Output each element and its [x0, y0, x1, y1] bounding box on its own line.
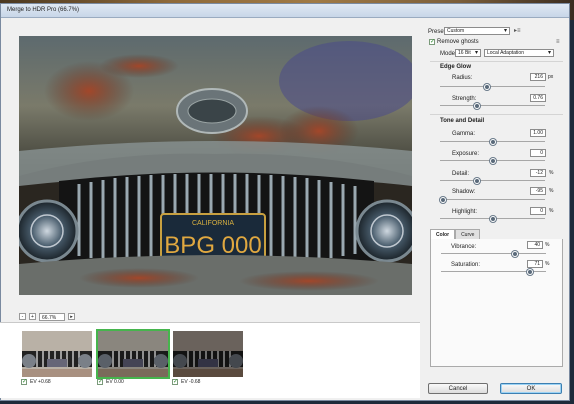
ok-button[interactable]: OK: [500, 383, 562, 394]
gamma-input[interactable]: 1.00: [530, 129, 546, 137]
plate-state-text: CALIFORNIA: [192, 220, 234, 227]
zoom-out-button[interactable]: -: [19, 313, 26, 320]
radius-slider-track[interactable]: [440, 86, 545, 87]
detail-input[interactable]: -12: [530, 169, 546, 177]
edge-glow-heading: Edge Glow: [440, 64, 472, 70]
thumbnail-graphic: [22, 331, 92, 377]
highlight-slider-handle[interactable]: [489, 216, 496, 222]
method-dropdown[interactable]: Local Adaptation: [484, 49, 554, 57]
tab-curve[interactable]: Curve: [455, 229, 481, 239]
shadow-input[interactable]: -95: [530, 187, 546, 195]
include-checkbox[interactable]: [97, 378, 103, 385]
saturation-label: Saturation:: [451, 262, 481, 268]
exposure-label: Exposure:: [452, 151, 480, 157]
remove-ghosts-label: Remove ghosts: [437, 39, 479, 45]
color-tab-content: Vibrance: 40 % Saturation: 71 %: [430, 239, 563, 367]
strength-slider-handle[interactable]: [473, 103, 480, 109]
car-grille-photo: CALIFORNIA BPG 000: [19, 36, 412, 295]
detail-slider-handle[interactable]: [473, 178, 480, 184]
source-images-strip: EV +0.68 EV 0.00 EV -0.68: [0, 322, 420, 398]
plate-number-text: BPG 000: [164, 232, 261, 259]
thumbnail-image[interactable]: [96, 329, 170, 379]
window-title: Merge to HDR Pro (66.7%): [7, 7, 80, 13]
thumbnail-label-row: EV -0.68: [172, 378, 201, 385]
zoom-controls: - + 66.7% ▸: [19, 312, 79, 321]
panel-menu-icon[interactable]: ≡: [556, 39, 560, 45]
exposure-input[interactable]: 0: [530, 149, 546, 157]
tab-color[interactable]: Color: [430, 229, 456, 239]
shadow-slider-track[interactable]: [440, 199, 545, 200]
strength-label: Strength:: [452, 96, 477, 102]
thumbnail-image[interactable]: [20, 329, 94, 379]
detail-unit: %: [549, 170, 554, 176]
remove-ghosts-checkbox[interactable]: [429, 38, 435, 45]
zoom-value[interactable]: 66.7%: [39, 312, 65, 321]
thumbnail-ev-label: EV -0.68: [181, 379, 201, 385]
vibrance-unit: %: [545, 242, 550, 248]
shadow-unit: %: [549, 188, 554, 194]
highlight-unit: %: [549, 208, 554, 214]
thumbnail-graphic: [98, 331, 168, 377]
thumbnail-image[interactable]: [171, 329, 245, 379]
hdr-preview-image[interactable]: CALIFORNIA BPG 000: [19, 36, 412, 295]
tone-detail-heading: Tone and Detail: [440, 118, 485, 124]
vibrance-slider-handle[interactable]: [511, 251, 518, 257]
thumbnail-graphic: [173, 331, 243, 377]
include-checkbox[interactable]: [21, 378, 27, 385]
cancel-button[interactable]: Cancel: [428, 383, 488, 394]
bit-depth-dropdown[interactable]: 16 Bit: [455, 49, 481, 57]
vibrance-input[interactable]: 40: [527, 241, 543, 249]
shadow-label: Shadow:: [452, 189, 476, 195]
highlight-label: Highlight:: [452, 209, 478, 215]
vibrance-label: Vibrance:: [451, 244, 477, 250]
detail-slider-track[interactable]: [440, 180, 545, 181]
divider: [430, 114, 563, 115]
saturation-unit: %: [545, 261, 550, 267]
strength-slider-track[interactable]: [440, 105, 545, 106]
thumbnail-ev-label: EV +0.68: [30, 379, 51, 385]
exposure-slider-handle[interactable]: [489, 158, 496, 164]
thumbnail-ev-label: EV 0.00: [106, 379, 124, 385]
gamma-label: Gamma:: [452, 131, 476, 137]
vibrance-slider-track[interactable]: [441, 253, 546, 254]
preset-dropdown[interactable]: Custom: [444, 27, 510, 35]
radius-input[interactable]: 216: [530, 73, 546, 81]
radius-label: Radius:: [452, 75, 473, 81]
include-checkbox[interactable]: [172, 378, 178, 385]
radius-unit: px: [548, 74, 554, 80]
thumbnail-label-row: EV +0.68: [21, 378, 51, 385]
saturation-slider-handle[interactable]: [527, 269, 534, 275]
zoom-menu-button[interactable]: ▸: [68, 313, 75, 320]
zoom-in-button[interactable]: +: [29, 313, 36, 320]
title-bar[interactable]: Merge to HDR Pro (66.7%): [1, 4, 569, 18]
strength-input[interactable]: 0.76: [530, 94, 546, 102]
highlight-input[interactable]: 0: [530, 207, 546, 215]
detail-label: Detail:: [452, 171, 470, 177]
preset-menu-icon[interactable]: ▸≡: [514, 27, 521, 34]
gamma-slider-handle[interactable]: [489, 139, 496, 145]
thumbnail-label-row: EV 0.00: [97, 378, 124, 385]
saturation-input[interactable]: 71: [527, 260, 543, 268]
divider: [430, 61, 563, 62]
